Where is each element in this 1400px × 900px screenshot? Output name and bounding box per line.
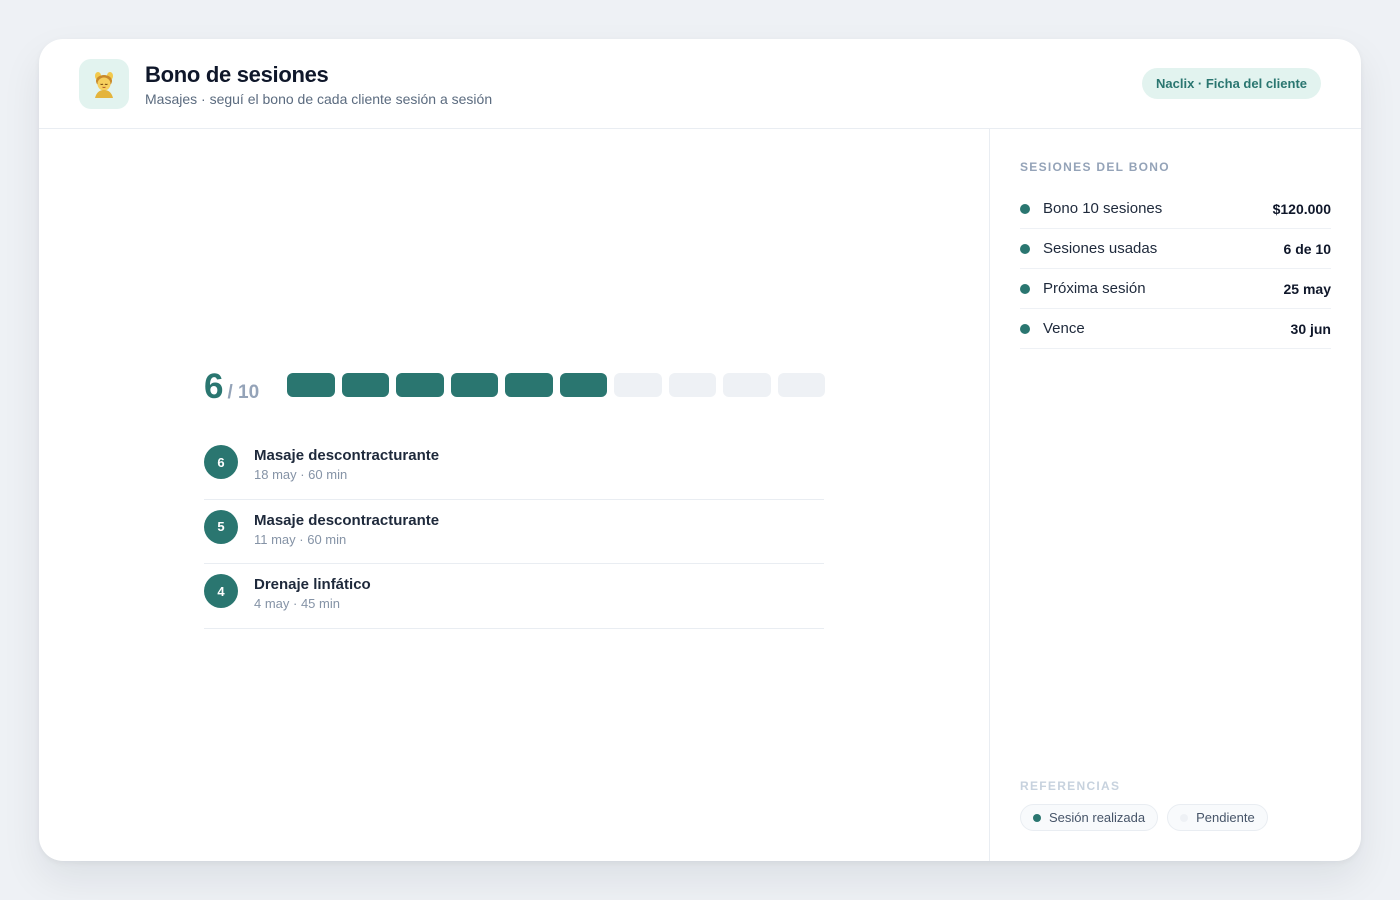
legend-chip-done: Sesión realizada bbox=[1020, 804, 1159, 831]
bono-summary: Bono 10 sesiones $120.000 Sesiones usada… bbox=[1020, 189, 1331, 349]
progress-segment-done bbox=[450, 373, 498, 397]
summary-row-bono: Bono 10 sesiones $120.000 bbox=[1020, 189, 1331, 229]
session-number-badge: 6 bbox=[204, 445, 238, 479]
summary-row-used: Sesiones usadas 6 de 10 bbox=[1020, 229, 1331, 269]
session-number-badge: 4 bbox=[204, 574, 238, 608]
summary-row-next: Próxima sesión 25 may bbox=[1020, 269, 1331, 309]
page-title: Bono de sesiones bbox=[145, 62, 329, 87]
progress-segment-done bbox=[559, 373, 607, 397]
summary-row-expires: Vence 30 jun bbox=[1020, 309, 1331, 349]
session-list: 6 Masaje descontracturante 18 may · 60 m… bbox=[204, 435, 824, 629]
legend: Sesión realizada Pendiente bbox=[1020, 804, 1268, 831]
legend-label: Sesión realizada bbox=[1049, 810, 1146, 825]
sessions-counter: 6 / 10 bbox=[204, 367, 259, 407]
session-name: Masaje descontracturante bbox=[254, 447, 440, 464]
progress-segment-done bbox=[287, 373, 335, 397]
status-dot-icon bbox=[1020, 283, 1030, 294]
summary-label: Vence bbox=[1043, 320, 1085, 337]
progress-segment-pending bbox=[668, 373, 716, 397]
summary-value: 25 may bbox=[1283, 280, 1331, 297]
progress-segment-pending bbox=[723, 373, 771, 397]
status-dot-icon bbox=[1020, 243, 1030, 254]
sidebar: SESIONES DEL BONO Bono 10 sesiones $120.… bbox=[990, 129, 1361, 861]
progress-segment-pending bbox=[777, 373, 825, 397]
summary-value: 30 jun bbox=[1290, 320, 1331, 337]
session-meta: 18 may · 60 min bbox=[254, 467, 348, 482]
bono-card: Bono de sesiones Masajes · seguí el bono… bbox=[39, 39, 1361, 861]
session-item[interactable]: 4 Drenaje linfático 4 may · 45 min bbox=[204, 564, 824, 629]
legend-label: Pendiente bbox=[1196, 810, 1255, 825]
references-title: REFERENCIAS bbox=[1020, 779, 1121, 793]
main-panel: 6 / 10 6 Masaje descontracturante 18 may… bbox=[39, 129, 989, 861]
summary-label: Sesiones usadas bbox=[1043, 240, 1158, 257]
session-progress-bar bbox=[287, 373, 825, 397]
legend-dot-icon bbox=[1180, 813, 1189, 822]
progress-segment-done bbox=[341, 373, 389, 397]
summary-value: 6 de 10 bbox=[1283, 240, 1331, 257]
progress-segment-done bbox=[396, 373, 444, 397]
session-name: Drenaje linfático bbox=[254, 576, 371, 593]
header: Bono de sesiones Masajes · seguí el bono… bbox=[39, 39, 1361, 129]
legend-chip-pending: Pendiente bbox=[1167, 804, 1268, 831]
massage-person-icon bbox=[79, 59, 129, 109]
client-file-badge[interactable]: Naclix · Ficha del cliente bbox=[1142, 68, 1321, 99]
session-meta: 11 may · 60 min bbox=[254, 531, 347, 547]
sidebar-title: SESIONES DEL BONO bbox=[1020, 160, 1170, 174]
session-item[interactable]: 6 Masaje descontracturante 18 may · 60 m… bbox=[204, 435, 824, 500]
session-number-badge: 5 bbox=[204, 509, 238, 544]
sessions-used-count: 6 bbox=[204, 367, 224, 406]
summary-label: Próxima sesión bbox=[1043, 280, 1146, 297]
page-subtitle: Masajes · seguí el bono de cada cliente … bbox=[145, 91, 493, 107]
sessions-total-count: / 10 bbox=[227, 382, 260, 403]
session-name: Masaje descontracturante bbox=[254, 511, 440, 529]
legend-dot-icon bbox=[1033, 813, 1041, 822]
summary-value: $120.000 bbox=[1272, 200, 1331, 217]
summary-label: Bono 10 sesiones bbox=[1043, 200, 1163, 217]
progress-segment-done bbox=[505, 373, 553, 397]
session-meta: 4 may · 45 min bbox=[254, 596, 340, 611]
session-item[interactable]: 5 Masaje descontracturante 11 may · 60 m… bbox=[204, 500, 824, 564]
progress-segment-pending bbox=[614, 373, 662, 397]
status-dot-icon bbox=[1020, 323, 1030, 334]
status-dot-icon bbox=[1020, 203, 1030, 214]
